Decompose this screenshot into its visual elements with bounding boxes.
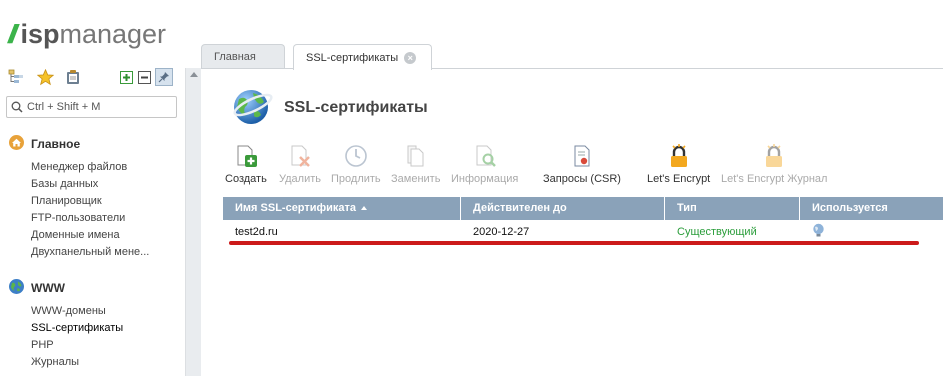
star-icon[interactable] bbox=[36, 68, 54, 86]
menu-group-www: WWW WWW-домены SSL-сертификаты PHP Журна… bbox=[8, 279, 123, 371]
menu-group-title: WWW bbox=[31, 281, 65, 295]
toolbar-label: Let's Encrypt bbox=[647, 173, 711, 185]
menu-item-file-manager[interactable]: Менеджер файлов bbox=[31, 159, 149, 176]
sort-ascending-icon bbox=[361, 206, 368, 211]
logo-isp: isp bbox=[20, 18, 60, 49]
logo-manager: manager bbox=[59, 18, 167, 49]
minus-box-icon[interactable] bbox=[135, 68, 153, 86]
cell-name: test2d.ru bbox=[235, 225, 278, 238]
column-header-valid-until[interactable]: Действителен до bbox=[461, 197, 665, 220]
home-icon bbox=[8, 134, 25, 154]
toolbar: Создать Удалить Продлить Заменить Информ… bbox=[223, 144, 943, 188]
menu-item-ssl-certificates[interactable]: SSL-сертификаты bbox=[31, 320, 123, 337]
clipboard-icon[interactable] bbox=[64, 68, 82, 86]
tree-view-icon[interactable] bbox=[7, 68, 25, 86]
create-button[interactable]: Создать bbox=[225, 144, 267, 185]
menu-group-main: Главное Менеджер файлов Базы данных План… bbox=[8, 135, 149, 261]
page-header: SSL-сертификаты bbox=[231, 85, 428, 130]
toolbar-label: Продлить bbox=[331, 173, 381, 185]
toolbar-label: Заменить bbox=[391, 173, 441, 185]
cell-type: Существующий bbox=[677, 225, 757, 238]
tab-ssl-certificates[interactable]: SSL-сертификаты × bbox=[293, 44, 432, 70]
left-panel-scrollbar[interactable] bbox=[185, 68, 201, 376]
menu-group-main-header[interactable]: Главное bbox=[8, 135, 149, 153]
info-button[interactable]: Информация bbox=[451, 144, 518, 185]
delete-button[interactable]: Удалить bbox=[279, 144, 321, 185]
main-content: SSL-сертификаты Создать Удалить Продлить bbox=[201, 69, 943, 376]
lets-encrypt-button[interactable]: Let's Encrypt bbox=[647, 144, 710, 185]
renew-button[interactable]: Продлить bbox=[331, 144, 381, 185]
lock-log-icon bbox=[762, 144, 786, 168]
toolbar-label: Информация bbox=[451, 173, 519, 185]
cell-used bbox=[800, 223, 943, 240]
scroll-up-icon[interactable] bbox=[190, 72, 198, 77]
table-row[interactable]: test2d.ru 2020-12-27 Существующий bbox=[223, 220, 943, 243]
certificate-request-icon bbox=[570, 144, 594, 168]
cell-valid-until: 2020-12-27 bbox=[473, 225, 530, 238]
quick-toolbar bbox=[7, 68, 177, 90]
clock-icon bbox=[344, 144, 368, 168]
toolbar-label: Удалить bbox=[279, 173, 321, 185]
logo-mark: // bbox=[8, 18, 18, 49]
copy-document-icon bbox=[404, 144, 428, 168]
plus-box-icon[interactable] bbox=[117, 68, 135, 86]
highlight-underline bbox=[229, 241, 919, 245]
tab-home[interactable]: Главная bbox=[201, 44, 285, 69]
menu-item-php[interactable]: PHP bbox=[31, 337, 123, 354]
ispmanager-logo: // isp manager bbox=[8, 16, 166, 52]
column-title: Имя SSL-сертификата bbox=[235, 202, 357, 214]
column-header-used[interactable]: Используется bbox=[800, 197, 943, 220]
lock-icon bbox=[667, 144, 691, 168]
replace-button[interactable]: Заменить bbox=[391, 144, 440, 185]
toolbar-label: Создать bbox=[225, 173, 267, 185]
tab-label: Главная bbox=[214, 51, 256, 63]
ssl-globe-icon bbox=[231, 85, 273, 130]
column-header-name[interactable]: Имя SSL-сертификата bbox=[223, 197, 461, 220]
menu-item-domain-names[interactable]: Доменные имена bbox=[31, 227, 149, 244]
toolbar-label: Запросы (CSR) bbox=[543, 173, 621, 185]
menu-item-dual-panel-manager[interactable]: Двухпанельный мене... bbox=[31, 244, 149, 261]
csr-requests-button[interactable]: Запросы (CSR) bbox=[543, 144, 621, 185]
tab-bar: Главная SSL-сертификаты × bbox=[201, 0, 943, 70]
add-document-icon bbox=[234, 144, 258, 168]
search-icon bbox=[11, 101, 23, 113]
close-icon[interactable]: × bbox=[404, 51, 417, 64]
menu-item-databases[interactable]: Базы данных bbox=[31, 176, 149, 193]
left-panel: // isp manager Главное bbox=[0, 0, 185, 376]
menu-item-scheduler[interactable]: Планировщик bbox=[31, 193, 149, 210]
menu-item-logs[interactable]: Журналы bbox=[31, 354, 123, 371]
globe-icon bbox=[812, 223, 825, 240]
toolbar-label: Let's Encrypt Журнал bbox=[721, 173, 828, 185]
document-search-icon bbox=[473, 144, 497, 168]
tab-label: SSL-сертификаты bbox=[306, 51, 399, 64]
search-input[interactable] bbox=[27, 101, 167, 113]
search-field[interactable] bbox=[6, 96, 177, 118]
lets-encrypt-log-button[interactable]: Let's Encrypt Журнал bbox=[721, 144, 827, 185]
certificates-table: Имя SSL-сертификата Действителен до Тип … bbox=[223, 197, 943, 243]
delete-document-icon bbox=[288, 144, 312, 168]
globe-icon bbox=[8, 278, 25, 298]
menu-item-www-domains[interactable]: WWW-домены bbox=[31, 303, 123, 320]
table-header: Имя SSL-сертификата Действителен до Тип … bbox=[223, 197, 943, 220]
menu-group-title: Главное bbox=[31, 137, 81, 151]
page-title: SSL-сертификаты bbox=[284, 98, 428, 116]
pin-icon[interactable] bbox=[155, 68, 173, 86]
menu-item-ftp-users[interactable]: FTP-пользователи bbox=[31, 210, 149, 227]
column-header-type[interactable]: Тип bbox=[665, 197, 800, 220]
menu-group-www-header[interactable]: WWW bbox=[8, 279, 123, 297]
